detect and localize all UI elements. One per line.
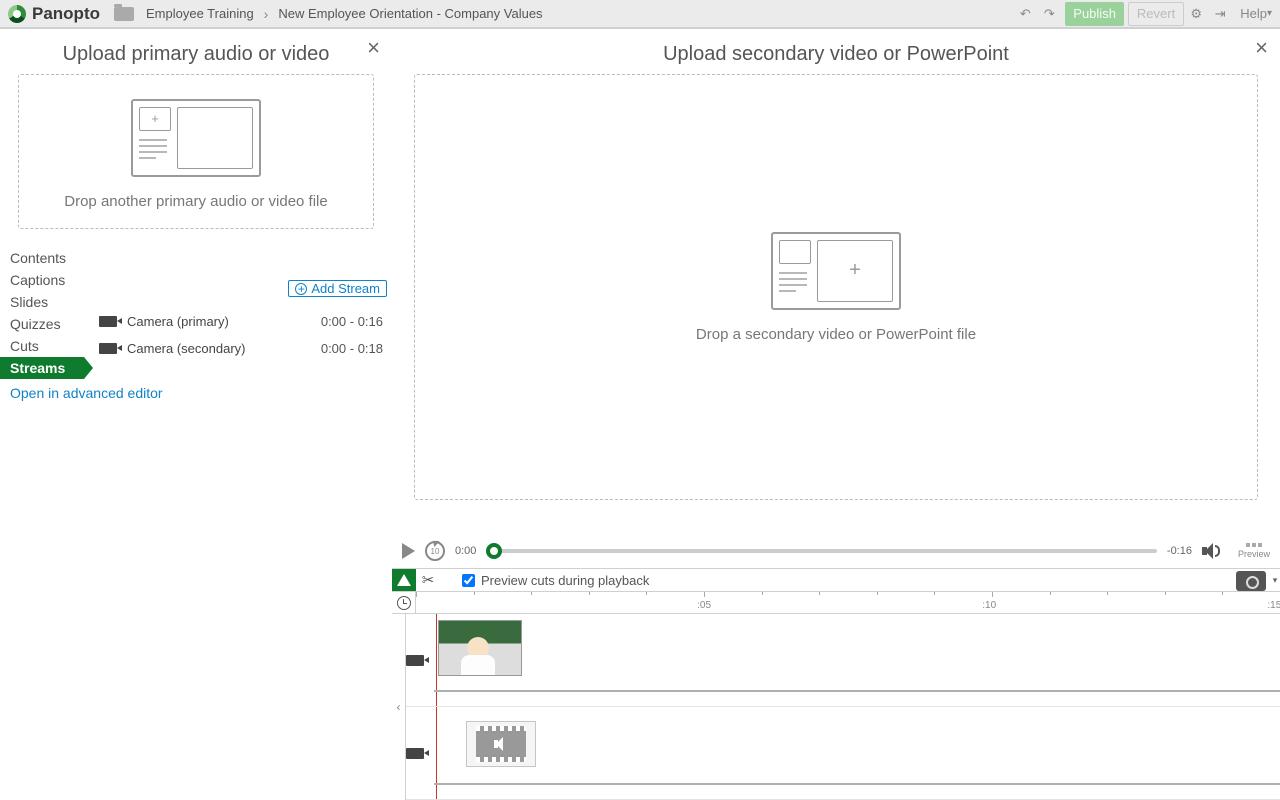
publish-button[interactable]: Publish	[1065, 2, 1124, 26]
primary-upload-title: Upload primary audio or video ×	[0, 29, 392, 74]
brand-name: Panopto	[32, 4, 100, 24]
breadcrumb-session[interactable]: New Employee Orientation - Company Value…	[274, 6, 546, 21]
ruler-tick-label: :15	[1267, 600, 1280, 611]
timeline-tracks: ‹	[392, 614, 1280, 800]
right-column: Upload secondary video or PowerPoint × +…	[392, 29, 1280, 800]
camera-icon	[99, 343, 117, 354]
preview-cuts-checkbox[interactable]	[462, 574, 475, 587]
clip-thumbnail[interactable]	[466, 721, 536, 767]
preview-thumb-menu[interactable]: Preview	[1232, 543, 1270, 559]
scissors-icon: ✂	[422, 571, 435, 589]
pointer-icon	[397, 574, 411, 586]
primary-drop-text: Drop another primary audio or video file	[64, 193, 327, 210]
stream-name: Camera (secondary)	[127, 341, 321, 356]
preview-cuts-label: Preview cuts during playback	[481, 573, 649, 588]
add-stream-button[interactable]: + Add Stream	[288, 280, 387, 297]
snapshot-button[interactable]	[1236, 571, 1266, 591]
stream-time: 0:00 - 0:18	[321, 341, 383, 356]
video-track-secondary[interactable]	[434, 707, 1280, 800]
left-column: Upload primary audio or video × + Drop a…	[0, 29, 392, 800]
camera-icon	[99, 316, 117, 327]
clock-icon	[397, 596, 411, 610]
current-time: 0:00	[455, 545, 476, 557]
panopto-logo-icon	[8, 5, 26, 23]
help-label: Help	[1240, 6, 1267, 21]
preview-cuts-toggle[interactable]: Preview cuts during playback	[440, 569, 649, 591]
play-button[interactable]	[402, 543, 415, 559]
help-menu[interactable]: Help	[1232, 2, 1280, 26]
rewind-amount: 10	[431, 547, 440, 556]
chevron-right-icon: ›	[258, 6, 275, 22]
add-stream-label: Add Stream	[311, 281, 380, 296]
redo-button[interactable]: ↷	[1037, 2, 1061, 26]
snapshot-menu-button[interactable]: ▾	[1270, 569, 1280, 591]
preview-thumb-label: Preview	[1238, 549, 1270, 559]
folder-icon	[114, 7, 134, 21]
stream-row[interactable]: Camera (primary) 0:00 - 0:16	[95, 308, 387, 335]
rewind-10-button[interactable]: 10	[425, 541, 445, 561]
stream-row[interactable]: Camera (secondary) 0:00 - 0:18	[95, 335, 387, 362]
collapse-tracks-button[interactable]: ‹	[392, 614, 406, 800]
ruler-tick-label: :05	[697, 600, 711, 611]
timeline-ruler[interactable]: :05 :10 :15	[416, 592, 1280, 613]
secondary-dropzone[interactable]: + Drop a secondary video or PowerPoint f…	[414, 74, 1258, 500]
stream-time: 0:00 - 0:16	[321, 314, 383, 329]
settings-button[interactable]: ⚙	[1184, 2, 1208, 26]
timeline-ruler-row: :05 :10 :15	[392, 592, 1280, 614]
revert-button[interactable]: Revert	[1128, 2, 1184, 26]
gear-icon: ⚙	[1190, 6, 1202, 22]
grid-icon	[1246, 543, 1262, 547]
volume-button[interactable]	[1202, 543, 1222, 559]
ruler-tick-label: :10	[982, 600, 996, 611]
seek-bar[interactable]	[486, 549, 1156, 553]
player-controls: 10 0:00 -0:16 Preview	[392, 534, 1280, 568]
exit-button[interactable]: ⇥	[1208, 2, 1232, 26]
secondary-drop-text: Drop a secondary video or PowerPoint fil…	[696, 326, 976, 343]
secondary-media-icon: +	[771, 232, 901, 310]
stream-name: Camera (primary)	[127, 314, 321, 329]
sidebar-item-streams[interactable]: Streams	[0, 357, 84, 379]
secondary-upload-title-text: Upload secondary video or PowerPoint	[663, 43, 1009, 65]
top-bar: Panopto Employee Training › New Employee…	[0, 0, 1280, 28]
primary-media-icon: +	[131, 99, 261, 177]
pointer-tool-button[interactable]	[392, 569, 416, 591]
close-primary-panel-button[interactable]: ×	[367, 37, 380, 59]
seek-knob[interactable]	[486, 543, 502, 559]
speaker-icon	[494, 738, 508, 750]
app-logo: Panopto	[0, 4, 108, 24]
exit-icon: ⇥	[1215, 6, 1226, 22]
video-track-primary[interactable]	[434, 614, 1280, 707]
camera-icon	[406, 655, 424, 666]
timeline-toolbar: ✂ Preview cuts during playback ▾	[392, 568, 1280, 592]
ruler-side	[392, 592, 416, 613]
open-advanced-editor-link[interactable]: Open in advanced editor	[0, 379, 392, 403]
primary-upload-title-text: Upload primary audio or video	[63, 43, 330, 65]
remaining-time: -0:16	[1167, 545, 1192, 557]
plus-icon: +	[295, 283, 307, 295]
undo-button[interactable]: ↶	[1013, 2, 1037, 26]
clip-thumbnail[interactable]	[438, 620, 522, 676]
streams-panel: + Add Stream Camera (primary) 0:00 - 0:1…	[95, 280, 387, 362]
filmstrip-icon	[476, 726, 526, 762]
sidebar-item-contents[interactable]: Contents	[0, 247, 392, 269]
camera-icon	[406, 748, 424, 759]
secondary-upload-title: Upload secondary video or PowerPoint ×	[392, 29, 1280, 74]
primary-dropzone[interactable]: + Drop another primary audio or video fi…	[18, 74, 374, 229]
cut-tool-button[interactable]: ✂	[416, 569, 440, 591]
sound-wave-icon	[1215, 545, 1220, 557]
breadcrumb-folder[interactable]: Employee Training	[142, 6, 258, 21]
close-secondary-panel-button[interactable]: ×	[1255, 37, 1268, 59]
